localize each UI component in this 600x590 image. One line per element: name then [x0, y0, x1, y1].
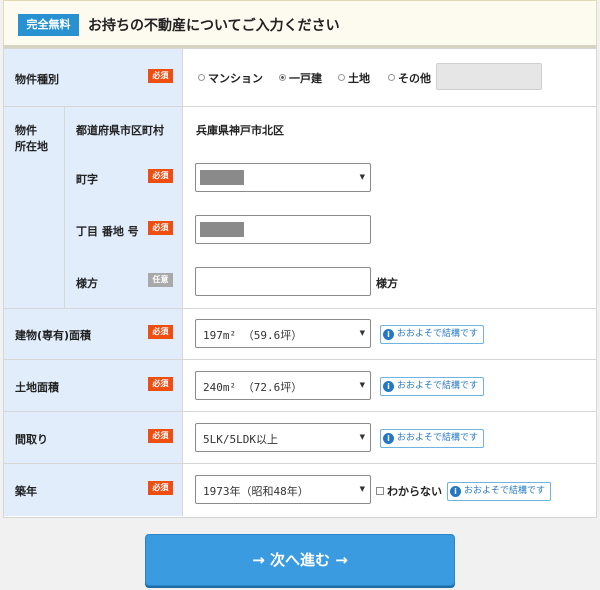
form-title: お持ちの不動産についてご入力ください	[88, 18, 340, 34]
redacted-value	[200, 222, 244, 237]
redacted-value	[200, 170, 244, 185]
age-label: 築年	[15, 485, 37, 498]
optional-badge: 任意	[148, 273, 173, 287]
selected-value: 5LK/5LDK以上	[203, 433, 278, 446]
chevron-down-icon: ▼	[359, 433, 365, 441]
form-header: 完全無料 お持ちの不動産についてご入力ください	[3, 0, 597, 48]
free-badge: 完全無料	[18, 14, 79, 36]
building-area-select[interactable]: 197m² （59.6坪） ▼	[195, 319, 371, 348]
required-badge: 必須	[148, 481, 173, 495]
chome-label: 丁目 番地 号	[76, 225, 139, 238]
sama-label: 様方	[76, 277, 98, 290]
info-icon: i	[383, 381, 394, 392]
radio-icon	[388, 74, 395, 81]
land-area-select[interactable]: 240m² （72.6坪） ▼	[195, 371, 371, 400]
approx-tip: i おおよそで結構です	[380, 377, 485, 396]
prefecture-label: 都道府県市区町村	[76, 124, 164, 137]
required-badge: 必須	[148, 325, 173, 339]
location-label-line2: 所在地	[15, 140, 48, 153]
radio-land[interactable]: 土地	[338, 70, 370, 86]
approx-tip: i おおよそで結構です	[380, 325, 485, 344]
location-label-line1: 物件	[15, 124, 37, 137]
town-label: 町字	[76, 173, 98, 186]
age-select[interactable]: 1973年（昭和48年） ▼	[195, 475, 371, 504]
info-icon: i	[450, 486, 461, 497]
property-type-label: 物件種別	[15, 73, 59, 86]
approx-tip: i おおよそで結構です	[380, 429, 485, 448]
sama-suffix: 様方	[376, 277, 398, 290]
required-badge: 必須	[148, 169, 173, 183]
layout-label: 間取り	[15, 433, 48, 446]
radio-other[interactable]: その他	[388, 70, 431, 86]
chevron-down-icon: ▼	[359, 381, 365, 389]
radio-icon	[198, 74, 205, 81]
chevron-down-icon: ▼	[359, 485, 365, 493]
building-area-label: 建物(専有)面積	[15, 329, 92, 342]
checkbox-icon	[376, 487, 384, 495]
radio-mansion[interactable]: マンション	[198, 70, 263, 86]
info-icon: i	[383, 433, 394, 444]
selected-value: 240m² （72.6坪）	[203, 381, 303, 394]
unknown-checkbox[interactable]: わからない	[376, 483, 442, 499]
required-badge: 必須	[148, 377, 173, 391]
chevron-down-icon: ▼	[359, 329, 365, 337]
info-icon: i	[383, 329, 394, 340]
chome-input[interactable]	[195, 215, 371, 244]
town-select[interactable]: ▼	[195, 163, 371, 192]
required-badge: 必須	[148, 221, 173, 235]
chevron-down-icon: ▼	[359, 173, 365, 181]
radio-house[interactable]: 一戸建	[279, 70, 322, 86]
approx-tip: i おおよそで結構です	[447, 482, 552, 501]
required-badge: 必須	[148, 429, 173, 443]
other-input[interactable]	[436, 63, 542, 90]
selected-value: 1973年（昭和48年）	[203, 485, 309, 498]
radio-selected-icon	[279, 74, 286, 81]
sama-input[interactable]	[195, 267, 371, 296]
required-badge: 必須	[148, 69, 173, 83]
selected-value: 197m² （59.6坪）	[203, 329, 303, 342]
land-area-label: 土地面積	[15, 381, 59, 394]
property-form: 物件種別 必須 マンション 一戸建 土地 その他 物件 所在地 都道府県市区町村…	[3, 48, 597, 518]
next-button[interactable]: → 次へ進む →	[145, 534, 455, 586]
layout-select[interactable]: 5LK/5LDK以上 ▼	[195, 423, 371, 452]
radio-icon	[338, 74, 345, 81]
prefecture-value: 兵庫県神戸市北区	[196, 124, 284, 137]
